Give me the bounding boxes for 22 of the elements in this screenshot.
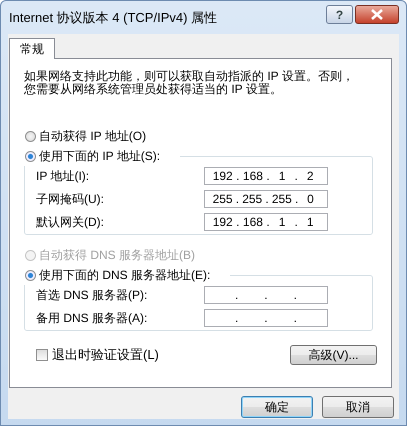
close-button[interactable] <box>355 5 399 24</box>
ip-address-field[interactable]: . . . <box>204 286 328 304</box>
cancel-button[interactable]: 取消 <box>322 396 394 418</box>
field-label: 子网掩码(U): <box>36 190 104 208</box>
field-label: 首选 DNS 服务器(P): <box>36 286 148 304</box>
ok-button[interactable]: 确定 <box>241 396 313 418</box>
help-button[interactable]: ? <box>326 5 353 24</box>
advanced-button[interactable]: 高级(V)... <box>290 345 377 365</box>
field-label: 备用 DNS 服务器(A): <box>36 310 148 326</box>
validate-checkbox[interactable]: 退出时验证设置(L) <box>24 345 165 365</box>
radio-option[interactable]: 自动获得 IP 地址(O) <box>24 126 377 146</box>
window-title: Internet 协议版本 4 (TCP/IPv4) 属性 <box>8 8 218 26</box>
ip-address-field[interactable]: 192 . 168 . 1 . 2 <box>204 167 328 185</box>
tab[interactable]: 常规 <box>9 38 55 59</box>
description-text: 如果网络支持此功能，则可以获取自动指派的 IP 设置。否则， <box>24 70 355 83</box>
ip-address-field[interactable]: 255 . 255 . 255 . 0 <box>204 190 328 208</box>
description-text: 您需要从网络系统管理员处获得适当的 IP 设置。 <box>24 83 283 96</box>
ip-address-field[interactable]: . . . <box>204 309 328 327</box>
field-label: IP 地址(I): <box>36 168 90 184</box>
field-label: 默认网关(D): <box>36 214 104 230</box>
ip-address-field[interactable]: 192 . 168 . 1 . 1 <box>204 213 328 231</box>
close-icon <box>370 9 384 20</box>
